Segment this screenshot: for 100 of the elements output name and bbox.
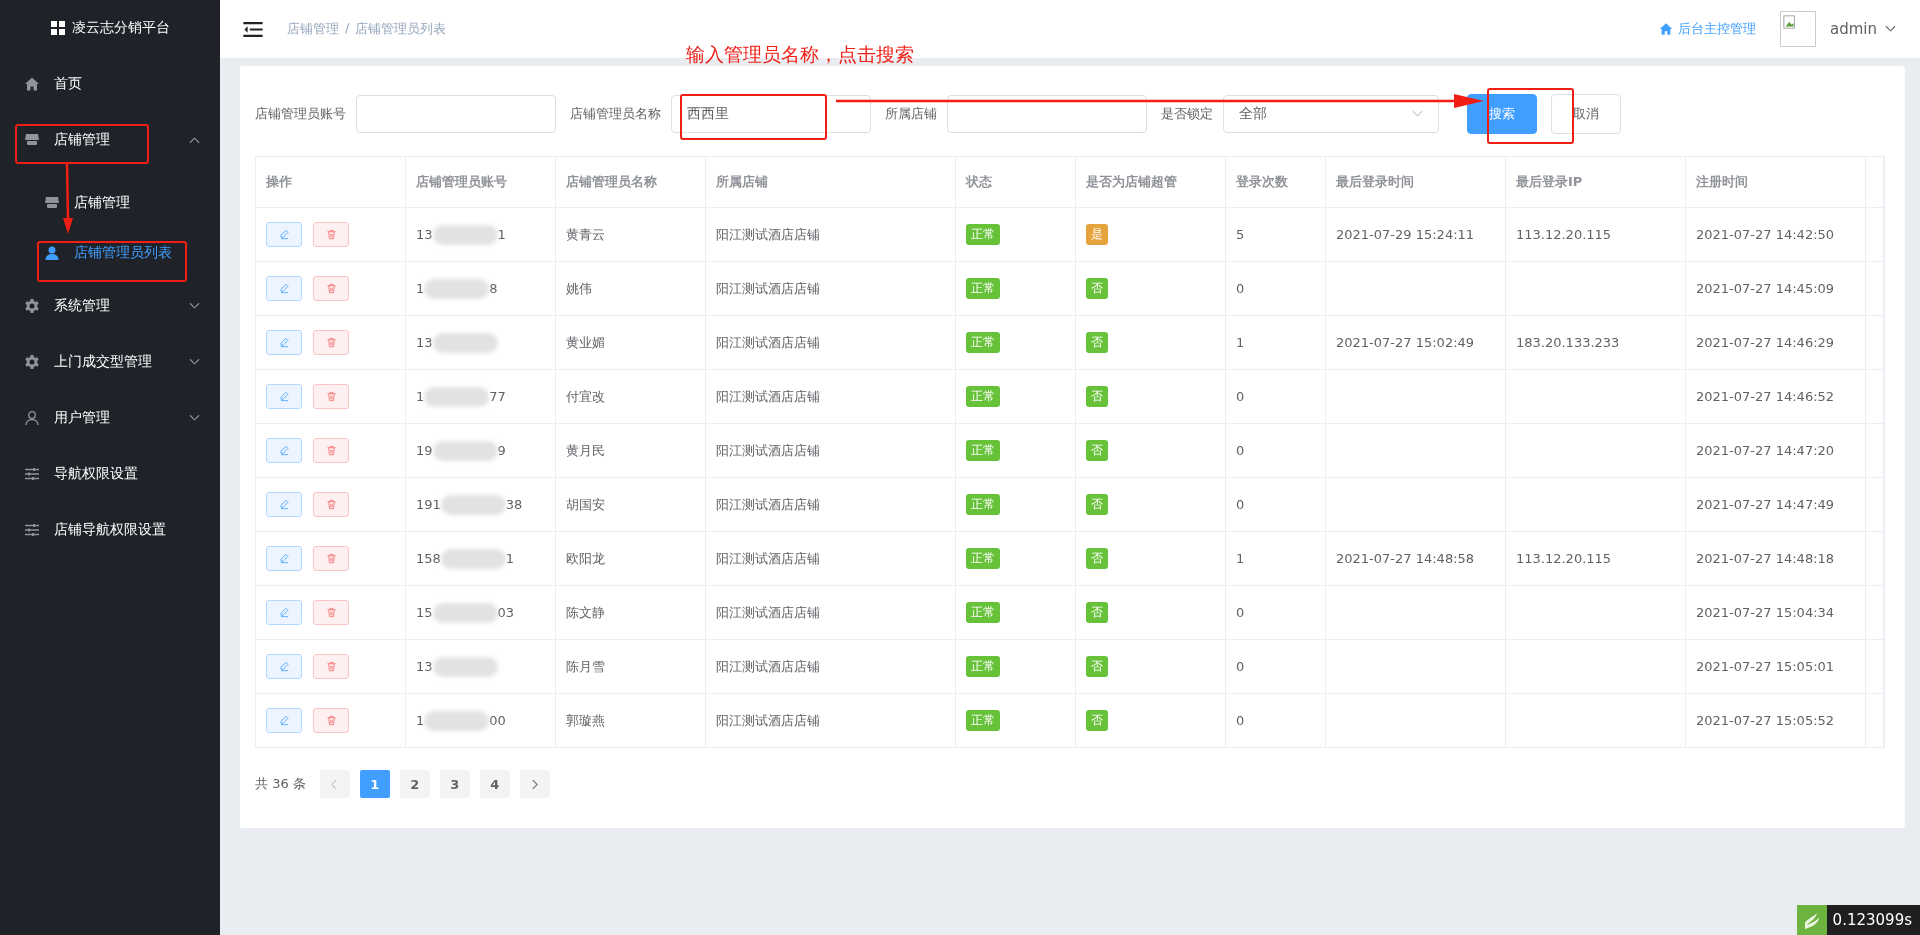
timer-text: 0.123099s <box>1832 911 1912 929</box>
edit-button[interactable] <box>266 708 302 733</box>
home-icon <box>24 76 40 92</box>
sidebar-subitem[interactable]: 店铺管理员列表 <box>0 228 220 278</box>
total-count: 共 36 条 <box>255 775 306 793</box>
table-cell: 2021-07-27 15:05:01 <box>1696 659 1835 674</box>
table-cell: 183.20.133.233 <box>1516 335 1620 350</box>
sidebar-item[interactable]: 用户管理 <box>0 390 220 446</box>
trash-icon <box>325 229 337 240</box>
edit-button[interactable] <box>266 492 302 517</box>
chevron-down-icon[interactable] <box>1885 25 1896 33</box>
input-field[interactable] <box>947 95 1147 133</box>
edit-button[interactable] <box>266 654 302 679</box>
table-cell: 阳江测试酒店店铺 <box>716 711 820 730</box>
delete-button[interactable] <box>313 222 349 247</box>
pencil-icon <box>278 229 290 240</box>
chevron-left-icon <box>331 778 339 790</box>
status-tag: 正常 <box>966 224 1000 245</box>
delete-button[interactable] <box>313 708 349 733</box>
chevron-down-icon <box>1412 110 1423 118</box>
breadcrumb-separator: / <box>345 20 350 37</box>
redaction-blur <box>432 332 498 353</box>
delete-button[interactable] <box>313 600 349 625</box>
table-cell: 00 <box>489 713 506 728</box>
table-cell: 黄青云 <box>566 225 605 244</box>
filter-label: 所属店铺 <box>885 105 937 123</box>
pencil-icon <box>278 391 290 402</box>
sidebar-item[interactable]: 店铺管理 <box>0 112 220 168</box>
table-cell: 0 <box>1236 443 1245 458</box>
filter-label: 店铺管理员账号 <box>255 105 346 123</box>
chevron-right-icon <box>531 778 539 790</box>
edit-button[interactable] <box>266 276 302 301</box>
edit-button[interactable] <box>266 384 302 409</box>
delete-button[interactable] <box>313 546 349 571</box>
delete-button[interactable] <box>313 492 349 517</box>
sidebar-item[interactable]: 导航权限设置 <box>0 446 220 502</box>
select-field[interactable]: 全部 <box>1223 95 1439 133</box>
redaction-blur <box>424 386 490 407</box>
pencil-icon <box>278 715 290 726</box>
grid-icon <box>50 21 65 35</box>
delete-button[interactable] <box>313 654 349 679</box>
sidebar-item[interactable]: 系统管理 <box>0 278 220 334</box>
table-cell: 0 <box>1236 713 1245 728</box>
table-cell: 2021-07-27 15:05:52 <box>1696 713 1835 728</box>
menu-fold-icon[interactable] <box>243 21 263 37</box>
previous-page-button[interactable] <box>319 770 350 798</box>
table-cell: 1 <box>416 281 425 296</box>
cancel-button[interactable]: 取消 <box>1551 94 1621 134</box>
sliders-icon <box>24 522 40 538</box>
table-cell: 阳江测试酒店店铺 <box>716 603 820 622</box>
sidebar-item[interactable]: 上门成交型管理 <box>0 334 220 390</box>
status-tag: 正常 <box>966 494 1000 515</box>
table-cell: 2021-07-27 14:47:20 <box>1696 443 1835 458</box>
annotation-text: 输入管理员名称，点击搜索 <box>686 42 914 67</box>
sliders-icon <box>24 466 40 482</box>
trash-icon <box>325 283 337 294</box>
status-tag: 正常 <box>966 278 1000 299</box>
edit-button[interactable] <box>266 438 302 463</box>
table-cell: 2021-07-27 14:48:18 <box>1696 551 1835 566</box>
edit-button[interactable] <box>266 600 302 625</box>
delete-button[interactable] <box>313 330 349 355</box>
page-button[interactable]: 4 <box>479 770 510 798</box>
column-header: 店铺管理员账号 <box>406 157 556 207</box>
edit-button[interactable] <box>266 330 302 355</box>
table-cell: 2021-07-27 14:48:58 <box>1336 551 1475 566</box>
table-cell: 2021-07-29 15:24:11 <box>1336 227 1475 242</box>
table-cell: 2021-07-27 14:42:50 <box>1696 227 1835 242</box>
page-button[interactable]: 3 <box>439 770 470 798</box>
table-cell: 姚伟 <box>566 279 592 298</box>
input-field[interactable]: 西西里 <box>671 95 871 133</box>
table-cell: 13 <box>416 335 433 350</box>
table-cell: 阳江测试酒店店铺 <box>716 495 820 514</box>
delete-button[interactable] <box>313 276 349 301</box>
edit-button[interactable] <box>266 222 302 247</box>
pencil-icon <box>278 445 290 456</box>
delete-button[interactable] <box>313 438 349 463</box>
super-admin-tag: 否 <box>1086 332 1108 353</box>
status-tag: 正常 <box>966 656 1000 677</box>
user-name[interactable]: admin <box>1830 20 1877 38</box>
input-field[interactable] <box>356 95 556 133</box>
trash-icon <box>325 445 337 456</box>
column-header: 是否为店铺超管 <box>1076 157 1226 207</box>
gear-icon <box>24 298 40 314</box>
sidebar-subitem[interactable]: 店铺管理 <box>0 178 220 228</box>
trash-icon <box>325 337 337 348</box>
delete-button[interactable] <box>313 384 349 409</box>
app-title: 凌云志分销平台 <box>71 19 170 37</box>
page-button[interactable]: 2 <box>399 770 430 798</box>
table-cell: 13 <box>416 659 433 674</box>
pencil-icon <box>278 499 290 510</box>
edit-button[interactable] <box>266 546 302 571</box>
column-header: 店铺管理员名称 <box>556 157 706 207</box>
next-page-button[interactable] <box>519 770 550 798</box>
column-header: 最后登录时间 <box>1326 157 1506 207</box>
super-admin-tag: 否 <box>1086 656 1108 677</box>
sidebar-item[interactable]: 店铺导航权限设置 <box>0 502 220 558</box>
avatar-placeholder[interactable] <box>1780 11 1816 47</box>
table-cell: 158 <box>416 551 441 566</box>
sidebar-item[interactable]: 首页 <box>0 56 220 112</box>
breadcrumb-item: 店铺管理员列表 <box>355 20 447 38</box>
